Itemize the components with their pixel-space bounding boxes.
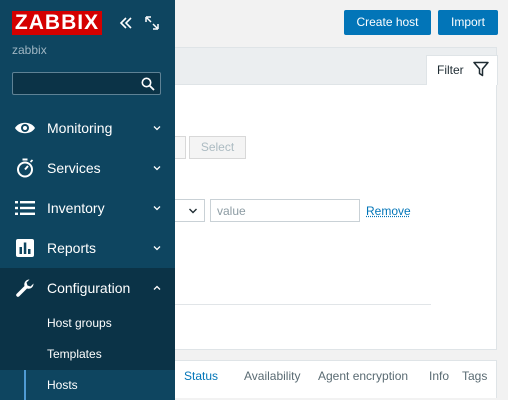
wrench-icon <box>14 277 36 299</box>
eye-icon <box>14 117 36 139</box>
import-button[interactable]: Import <box>438 10 498 35</box>
chevron-down-icon <box>153 246 161 251</box>
list-icon <box>14 197 36 219</box>
search-icon[interactable] <box>141 77 155 91</box>
submenu-item-hosts[interactable]: Hosts <box>0 370 175 400</box>
chevron-down-icon <box>153 166 161 171</box>
host-groups-input[interactable] <box>175 136 186 159</box>
server-name: zabbix <box>12 43 47 57</box>
column-agent-encryption: Agent encryption <box>318 369 409 383</box>
bar-chart-icon <box>14 237 36 259</box>
funnel-icon <box>473 61 489 77</box>
column-availability: Availability <box>244 369 301 383</box>
submenu-label: Host groups <box>47 316 112 330</box>
chevron-down-icon <box>153 126 161 131</box>
chevron-down-icon <box>189 208 197 214</box>
collapse-sidebar-icon[interactable] <box>119 16 133 30</box>
menu-inventory[interactable]: Inventory <box>0 188 175 228</box>
menu-configuration[interactable]: Configuration <box>0 268 175 308</box>
chevron-up-icon <box>153 285 161 290</box>
filter-divider <box>175 304 431 305</box>
sidebar: ZABBIX zabbix Monitoring Services Invent… <box>0 0 175 400</box>
menu-label: Reports <box>47 240 97 256</box>
menu-services[interactable]: Services <box>0 148 175 188</box>
chevron-down-icon <box>153 206 161 211</box>
column-info: Info <box>429 369 450 383</box>
filter-tab[interactable]: Filter <box>426 55 498 85</box>
create-host-button[interactable]: Create host <box>344 10 431 35</box>
configuration-submenu: Host groups Templates Hosts <box>0 308 175 400</box>
zabbix-logo[interactable]: ZABBIX <box>12 11 102 35</box>
submenu-label: Templates <box>47 347 102 361</box>
menu-label: Inventory <box>47 200 105 216</box>
column-status[interactable]: Status <box>184 369 218 383</box>
sidebar-search-input[interactable] <box>12 72 161 95</box>
tag-value-input[interactable] <box>210 199 360 222</box>
submenu-item-templates[interactable]: Templates <box>0 339 175 369</box>
menu-label: Monitoring <box>47 120 113 136</box>
menu-label: Services <box>47 160 101 176</box>
submenu-item-host-groups[interactable]: Host groups <box>0 308 175 338</box>
remove-tag-link[interactable]: Remove <box>366 204 411 218</box>
menu-reports[interactable]: Reports <box>0 228 175 268</box>
kiosk-mode-icon[interactable] <box>145 16 159 30</box>
menu-monitoring[interactable]: Monitoring <box>0 108 175 148</box>
tag-operator-select[interactable] <box>175 199 205 222</box>
column-tags: Tags <box>462 369 488 383</box>
select-button[interactable]: Select <box>189 136 246 159</box>
stopwatch-icon <box>14 157 36 179</box>
submenu-label: Hosts <box>47 378 78 392</box>
menu-label: Configuration <box>47 280 131 296</box>
filter-tab-label: Filter <box>437 63 464 77</box>
